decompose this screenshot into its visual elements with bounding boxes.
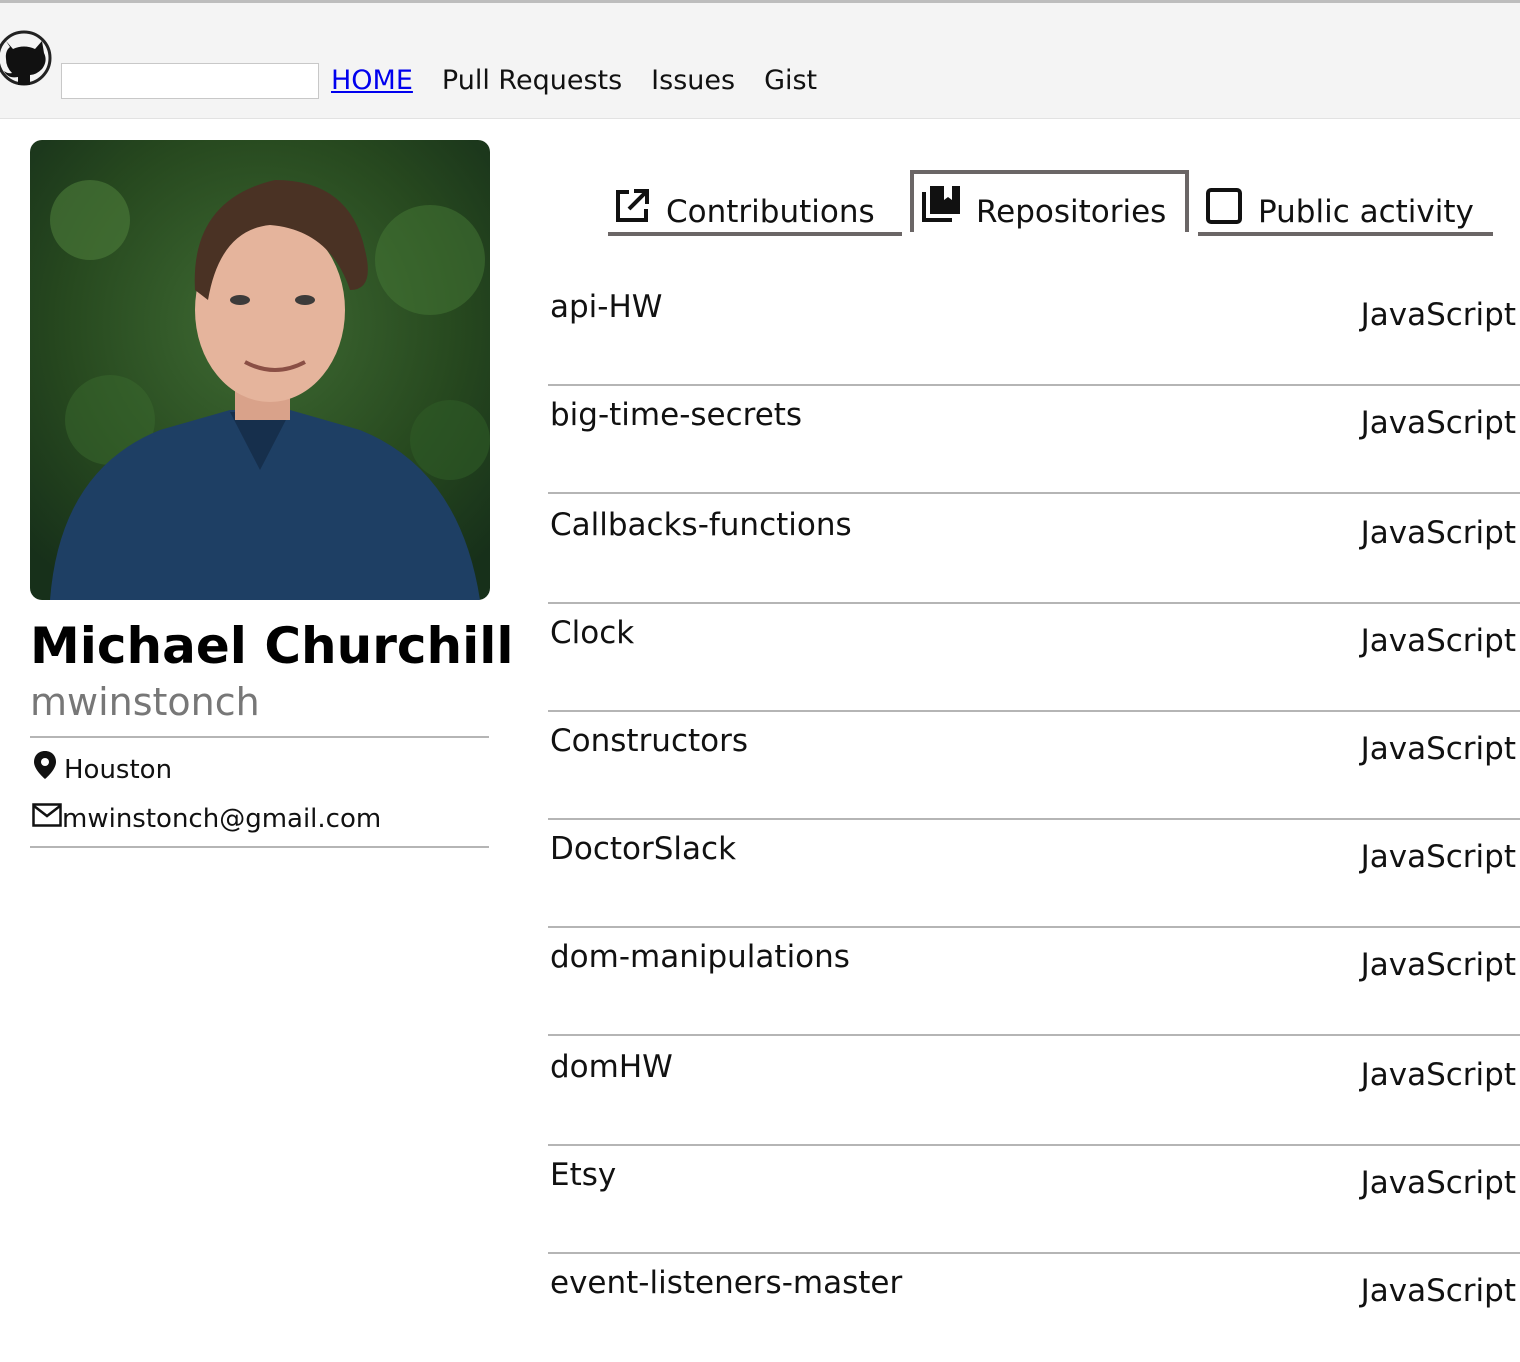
location-pin-icon [32,750,64,789]
profile-full-name: Michael Churchill [30,617,514,675]
repo-list-item[interactable]: Callbacks-functions JavaScript [548,496,1520,604]
nav-gist-link[interactable]: Gist [764,61,817,101]
external-link-icon [614,188,650,232]
search-input[interactable] [61,63,319,99]
nav-issues-link[interactable]: Issues [651,61,735,101]
repo-list-item[interactable]: Constructors JavaScript [548,712,1520,820]
profile-username: mwinstonch [30,680,260,724]
repo-bookmark-icon [920,184,962,232]
github-octocat-icon[interactable] [0,25,52,91]
repo-language: JavaScript [1360,731,1516,767]
location-text: Houston [64,754,173,785]
repo-language: JavaScript [1360,1273,1516,1309]
profile-divider-bottom [30,846,489,848]
repo-name[interactable]: Clock [550,612,634,654]
repo-name[interactable]: DoctorSlack [550,828,736,870]
repo-list-item[interactable]: api-HW JavaScript [548,278,1520,386]
repo-name[interactable]: dom-manipulations [550,936,850,978]
top-nav-bar: HOME Pull Requests Issues Gist [0,0,1520,119]
repo-list-item[interactable]: DoctorSlack JavaScript [548,820,1520,928]
repo-name[interactable]: event-listeners-master [550,1262,902,1304]
mail-envelope-icon [32,802,62,836]
square-icon [1206,188,1242,232]
repo-language: JavaScript [1360,405,1516,441]
repo-list-item[interactable]: event-listeners-master JavaScript [548,1254,1520,1362]
repo-name[interactable]: api-HW [550,286,662,328]
nav-pull-requests-link[interactable]: Pull Requests [442,61,622,101]
tab-label: Contributions [666,194,875,230]
repo-list-item[interactable]: dom-manipulations JavaScript [548,928,1520,1036]
repo-name[interactable]: Etsy [550,1154,616,1196]
repo-name[interactable]: Constructors [550,720,748,762]
main-nav: HOME Pull Requests Issues Gist [331,61,817,101]
repo-language: JavaScript [1360,947,1516,983]
tab-contributions[interactable]: Contributions [608,176,902,236]
profile-location: Houston [32,750,172,789]
repo-list-item[interactable]: domHW JavaScript [548,1038,1520,1146]
repo-name[interactable]: big-time-secrets [550,394,802,436]
avatar [30,140,490,600]
repo-name[interactable]: domHW [550,1046,673,1088]
tab-repositories[interactable]: Repositories [910,170,1189,232]
tab-public-activity[interactable]: Public activity [1198,176,1493,236]
nav-home-link[interactable]: HOME [331,61,413,101]
profile-email: mwinstonch@gmail.com [32,802,381,836]
repo-list-item[interactable]: Etsy JavaScript [548,1146,1520,1254]
repo-language: JavaScript [1360,839,1516,875]
repo-list-item[interactable]: big-time-secrets JavaScript [548,386,1520,494]
tab-label: Repositories [976,194,1167,230]
repo-language: JavaScript [1360,297,1516,333]
repo-language: JavaScript [1360,1165,1516,1201]
profile-divider-top [30,736,489,738]
repo-language: JavaScript [1360,1057,1516,1093]
tab-label: Public activity [1258,194,1474,230]
email-text[interactable]: mwinstonch@gmail.com [62,802,381,836]
repo-language: JavaScript [1360,515,1516,551]
repo-list-item[interactable]: Clock JavaScript [548,604,1520,712]
repo-language: JavaScript [1360,623,1516,659]
repo-name[interactable]: Callbacks-functions [550,504,852,546]
